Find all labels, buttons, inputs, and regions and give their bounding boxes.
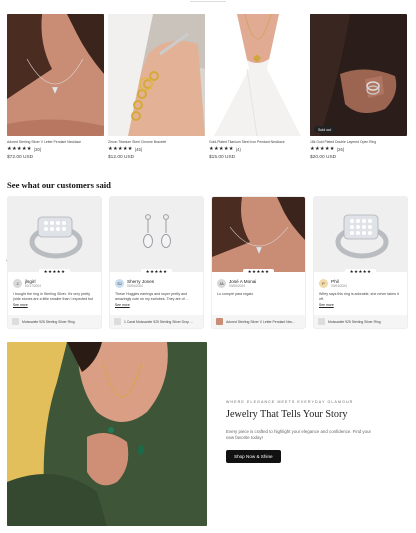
avatar: P xyxy=(319,279,328,288)
product-thumbnail xyxy=(216,318,223,325)
section-title: See what our customers said xyxy=(7,180,111,190)
reviewed-product-name: Moissanite 925 Sterling Silver Ring xyxy=(22,319,75,324)
review-text: Lo compré para regalo xyxy=(217,292,254,296)
product-price: $15.00 USD xyxy=(209,155,236,160)
review-text: Wifey says this ring is adorable, she ne… xyxy=(319,292,399,301)
product-name[interactable]: Gold-Plated Titanium Steel Iron Pendant … xyxy=(209,140,306,144)
product-thumbnail xyxy=(12,318,19,325)
rating-stars: ★★★★★ xyxy=(7,146,32,152)
reviewed-product-name: Moissanite 925 Sterling Silver Ring xyxy=(328,319,381,324)
reviewed-product-name: Adored Sterling Silver V Letter Pendant … xyxy=(226,319,295,324)
sold-out-badge: Sold out xyxy=(314,126,336,133)
review-date: 02/06/2024 xyxy=(127,284,143,288)
review-count: (30) xyxy=(33,147,42,152)
review-card[interactable]: ★★★★★ P Phil 03/04/2024 Wifey says this … xyxy=(313,196,408,329)
rating-stars: ★★★★★ xyxy=(310,146,335,152)
review-image[interactable] xyxy=(8,197,101,272)
review-stars: ★★★★★ xyxy=(314,269,407,275)
product-price: $72.00 USD xyxy=(7,155,34,160)
review-date: 03/06/2024 xyxy=(229,284,245,288)
rating-stars: ★★★★★ xyxy=(108,146,133,152)
product-price: $12.00 USD xyxy=(108,155,135,160)
review-count: (45) xyxy=(134,147,143,152)
product-image[interactable] xyxy=(7,14,104,136)
rating-stars: ★★★★★ xyxy=(209,146,234,152)
banner-headline: Jewelry That Tells Your Story xyxy=(226,409,348,420)
product-card[interactable]: Zircon Titanium Steel Chrome Bracelet ★★… xyxy=(108,14,205,160)
review-count: (4) xyxy=(235,147,241,152)
review-count: (26) xyxy=(336,147,345,152)
product-name[interactable]: Adored Sterling Silver V Letter Pendant … xyxy=(7,140,104,144)
product-image[interactable]: Sold out xyxy=(310,14,407,136)
product-card[interactable]: Adored Sterling Silver V Letter Pendant … xyxy=(7,14,104,160)
reviewed-product-name: 1 Carat Moissanite 925 Sterling Silver D… xyxy=(124,319,193,324)
review-image[interactable] xyxy=(110,197,203,272)
header-divider xyxy=(190,0,226,3)
product-thumbnail xyxy=(114,318,121,325)
review-card[interactable]: ★★★★★ SJ Sherry Jones 02/06/2024 These H… xyxy=(109,196,204,329)
review-card[interactable]: ★★★★★ JA José A Monai 03/06/2024 Lo comp… xyxy=(211,196,306,329)
product-card[interactable]: Gold-Plated Titanium Steel Iron Pendant … xyxy=(209,14,306,160)
product-price: $20.00 USD xyxy=(310,155,337,160)
review-stars: ★★★★★ xyxy=(8,269,101,275)
review-date: 02/17/2024 xyxy=(25,284,41,288)
product-card[interactable]: Sold out 18k Gold Plated Double Layered … xyxy=(310,14,407,160)
review-stars: ★★★★★ xyxy=(212,269,305,275)
review-text: These Huggies earrings and super pretty … xyxy=(115,292,189,301)
reviewed-product[interactable]: Moissanite 925 Sterling Silver Ring xyxy=(314,315,407,328)
reviewed-product[interactable]: Adored Sterling Silver V Letter Pendant … xyxy=(212,315,305,328)
product-thumbnail xyxy=(318,318,325,325)
review-card[interactable]: ★★★★★ J jlsgirl 02/17/2024 I bought the … xyxy=(7,196,102,329)
avatar: JA xyxy=(217,279,226,288)
review-stars: ★★★★★ xyxy=(110,269,203,275)
product-rating: ★★★★★ (30) xyxy=(7,146,104,152)
banner-image xyxy=(7,342,207,526)
reviewed-product[interactable]: Moissanite 925 Sterling Silver Ring xyxy=(8,315,101,328)
banner-eyebrow: WHERE ELEGANCE MEETS EVERYDAY GLAMOUR xyxy=(226,400,354,404)
product-name[interactable]: Zircon Titanium Steel Chrome Bracelet xyxy=(108,140,205,144)
shop-now-button[interactable]: Shop Now & Shine xyxy=(226,450,281,463)
product-image[interactable] xyxy=(108,14,205,136)
see-more-link[interactable]: See more xyxy=(115,303,198,307)
see-more-link[interactable]: See more xyxy=(13,303,96,307)
review-image[interactable] xyxy=(212,197,305,272)
banner-description: Every piece is crafted to highlight your… xyxy=(226,429,371,440)
product-image[interactable] xyxy=(209,14,306,136)
review-date: 03/04/2024 xyxy=(331,284,347,288)
reviewer: JA José A Monai 03/06/2024 xyxy=(217,279,300,288)
banner-content: WHERE ELEGANCE MEETS EVERYDAY GLAMOUR Je… xyxy=(226,400,406,463)
product-rating: ★★★★★ (26) xyxy=(310,146,407,152)
reviewed-product[interactable]: 1 Carat Moissanite 925 Sterling Silver D… xyxy=(110,315,203,328)
product-grid: Adored Sterling Silver V Letter Pendant … xyxy=(7,14,409,164)
see-more-link[interactable]: See more xyxy=(319,303,402,307)
product-rating: ★★★★★ (4) xyxy=(209,146,306,152)
reviews-carousel: ★★★★★ J jlsgirl 02/17/2024 I bought the … xyxy=(7,196,409,330)
review-text: I bought the ring in Sterling Silver. It… xyxy=(13,292,94,301)
reviewer: J jlsgirl 02/17/2024 xyxy=(13,279,96,288)
avatar: SJ xyxy=(115,279,124,288)
reviewer: SJ Sherry Jones 02/06/2024 xyxy=(115,279,198,288)
reviewer: P Phil 03/04/2024 xyxy=(319,279,402,288)
product-rating: ★★★★★ (45) xyxy=(108,146,205,152)
review-image[interactable] xyxy=(314,197,407,272)
product-name[interactable]: 18k Gold Plated Double Layered Open Ring xyxy=(310,140,407,144)
avatar: J xyxy=(13,279,22,288)
